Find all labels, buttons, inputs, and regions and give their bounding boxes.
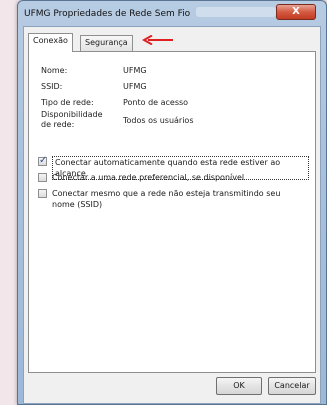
tab-conexao[interactable]: Conexão xyxy=(28,33,73,52)
red-arrow-annotation xyxy=(142,35,173,45)
ssid-label: SSID: xyxy=(41,82,63,91)
close-button[interactable]: X xyxy=(276,4,316,20)
preferred-network-label[interactable]: Conectar a uma rede preferencial, se dis… xyxy=(52,172,244,183)
ok-button[interactable]: OK xyxy=(216,377,262,395)
title-bar-blur xyxy=(196,7,276,17)
hidden-ssid-checkbox[interactable] xyxy=(38,189,47,198)
auto-connect-checkbox[interactable]: ✓ xyxy=(38,155,48,166)
preferred-network-checkbox[interactable] xyxy=(38,173,47,182)
name-label: Nome: xyxy=(41,66,68,75)
dialog-client-area: Conexão Segurança Nome: UFMG SSID: UFMG … xyxy=(23,26,321,404)
network-type-value: Ponto de acesso xyxy=(123,98,189,107)
properties-dialog: UFMG Propriedades de Rede Sem Fio X Cone… xyxy=(17,0,327,405)
window-title: UFMG Propriedades de Rede Sem Fio xyxy=(24,9,191,19)
cancel-button[interactable]: Cancelar xyxy=(268,377,316,395)
hidden-ssid-label[interactable]: Conectar mesmo que a rede não esteja tra… xyxy=(52,188,302,210)
tab-seguranca[interactable]: Segurança xyxy=(80,35,133,51)
ssid-value: UFMG xyxy=(123,82,147,91)
title-bar[interactable]: UFMG Propriedades de Rede Sem Fio X xyxy=(18,1,326,27)
checkmark-icon: ✓ xyxy=(39,155,48,166)
network-type-label: Tipo de rede: xyxy=(41,98,94,107)
name-value: UFMG xyxy=(123,66,147,75)
availability-label: Disponibilidade de rede: xyxy=(41,110,103,129)
availability-value: Todos os usuários xyxy=(123,116,194,125)
connection-tab-panel: Nome: UFMG SSID: UFMG Tipo de rede: Pont… xyxy=(28,51,316,373)
